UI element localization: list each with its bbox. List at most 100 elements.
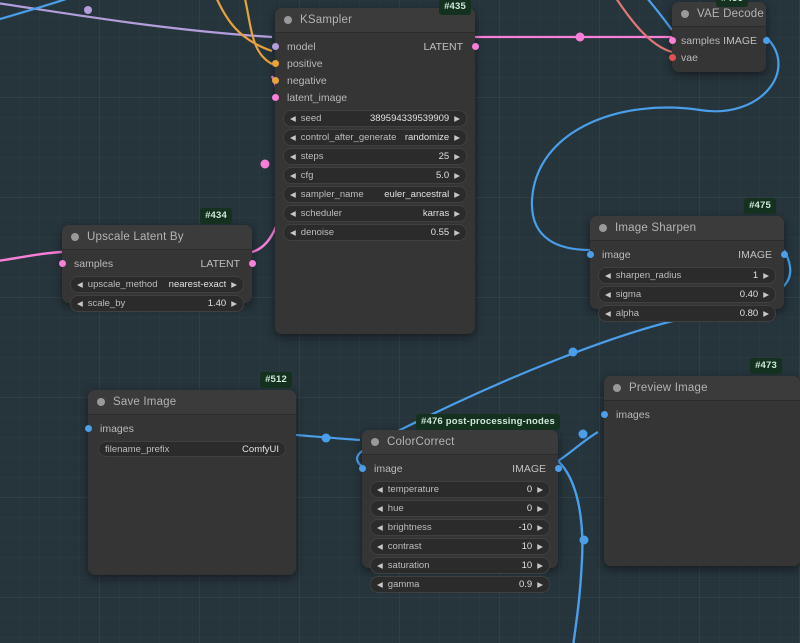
decrement-arrow-icon[interactable]: ◀ (77, 300, 83, 308)
output-dot-latent[interactable] (248, 260, 256, 267)
widget-seed[interactable]: ◀ seed 389594339539909 ▶ (283, 110, 467, 127)
widget-value-sigma[interactable]: 0.40 (740, 289, 759, 300)
increment-arrow-icon[interactable]: ▶ (763, 310, 769, 318)
node-title-preview-image[interactable]: Preview Image (604, 376, 800, 401)
widget-value-seed[interactable]: 389594339539909 (370, 113, 449, 124)
widget-value-scale-by[interactable]: 1.40 (208, 298, 227, 309)
increment-arrow-icon[interactable]: ▶ (454, 115, 460, 123)
collapse-dot-icon[interactable] (613, 384, 621, 392)
decrement-arrow-icon[interactable]: ◀ (605, 272, 611, 280)
output-dot-image[interactable] (780, 251, 788, 258)
increment-arrow-icon[interactable]: ▶ (537, 562, 543, 570)
slot-row-vae[interactable]: vae (668, 49, 766, 66)
input-dot-samples[interactable] (668, 37, 676, 44)
decrement-arrow-icon[interactable]: ◀ (290, 115, 296, 123)
input-dot-vae[interactable] (668, 54, 676, 61)
node-upscale-latent-by[interactable]: #434 Upscale Latent By samples LATENT ◀ … (58, 208, 256, 312)
node-title-save-image[interactable]: Save Image (88, 390, 296, 415)
collapse-dot-icon[interactable] (599, 224, 607, 232)
widget-value-steps[interactable]: 25 (439, 151, 450, 162)
slot-row-images[interactable]: images (84, 420, 296, 437)
increment-arrow-icon[interactable]: ▶ (454, 172, 460, 180)
node-preview-image[interactable]: #473 Preview Image images (600, 358, 800, 566)
input-dot-images[interactable] (600, 411, 608, 418)
decrement-arrow-icon[interactable]: ◀ (77, 281, 83, 289)
increment-arrow-icon[interactable]: ▶ (454, 210, 460, 218)
output-dot-image[interactable] (554, 465, 562, 472)
widget-value-contrast[interactable]: 10 (522, 541, 533, 552)
increment-arrow-icon[interactable]: ▶ (537, 543, 543, 551)
collapse-dot-icon[interactable] (71, 233, 79, 241)
widget-sampler-name[interactable]: ◀ sampler_name euler_ancestral ▶ (283, 186, 467, 203)
widget-brightness[interactable]: ◀ brightness -10 ▶ (370, 519, 550, 536)
node-graph-canvas[interactable]: #435 KSampler model LATENT positive nega… (0, 0, 800, 643)
widget-alpha[interactable]: ◀ alpha 0.80 ▶ (598, 305, 776, 322)
widget-temperature[interactable]: ◀ temperature 0 ▶ (370, 481, 550, 498)
slot-row-samples[interactable]: samples IMAGE (668, 32, 770, 49)
node-vae-decode[interactable]: #436 VAE Decode samples IMAGE vae (668, 0, 770, 72)
node-ksampler[interactable]: #435 KSampler model LATENT positive nega… (271, 0, 479, 334)
widget-sharpen-radius[interactable]: ◀ sharpen_radius 1 ▶ (598, 267, 776, 284)
collapse-dot-icon[interactable] (97, 398, 105, 406)
increment-arrow-icon[interactable]: ▶ (763, 272, 769, 280)
widget-value-temperature[interactable]: 0 (527, 484, 532, 495)
increment-arrow-icon[interactable]: ▶ (231, 300, 237, 308)
widget-value-saturation[interactable]: 10 (522, 560, 533, 571)
decrement-arrow-icon[interactable]: ◀ (605, 310, 611, 318)
node-title-image-sharpen[interactable]: Image Sharpen (590, 216, 784, 241)
widget-value-filename-prefix[interactable]: ComfyUI (242, 444, 279, 455)
slot-row-positive[interactable]: positive (271, 55, 475, 72)
decrement-arrow-icon[interactable]: ◀ (290, 210, 296, 218)
widget-gamma[interactable]: ◀ gamma 0.9 ▶ (370, 576, 550, 593)
widget-value-alpha[interactable]: 0.80 (740, 308, 759, 319)
collapse-dot-icon[interactable] (681, 10, 689, 18)
widget-filename-prefix[interactable]: filename_prefix ComfyUI (98, 441, 286, 457)
input-dot-negative[interactable] (271, 77, 279, 84)
widget-control-after-generate[interactable]: ◀ control_after_generate randomize ▶ (283, 129, 467, 146)
widget-upscale-method[interactable]: ◀ upscale_method nearest-exact ▶ (70, 276, 244, 293)
increment-arrow-icon[interactable]: ▶ (537, 505, 543, 513)
node-color-correct[interactable]: #476 post-processing-nodes ColorCorrect … (358, 414, 562, 593)
collapse-dot-icon[interactable] (371, 438, 379, 446)
widget-value-scheduler[interactable]: karras (423, 208, 449, 219)
widget-value-control-after-generate[interactable]: randomize (405, 132, 449, 143)
input-dot-image[interactable] (586, 251, 594, 258)
widget-steps[interactable]: ◀ steps 25 ▶ (283, 148, 467, 165)
widget-sigma[interactable]: ◀ sigma 0.40 ▶ (598, 286, 776, 303)
input-dot-image[interactable] (358, 465, 366, 472)
decrement-arrow-icon[interactable]: ◀ (377, 505, 383, 513)
increment-arrow-icon[interactable]: ▶ (454, 229, 460, 237)
decrement-arrow-icon[interactable]: ◀ (290, 134, 296, 142)
decrement-arrow-icon[interactable]: ◀ (377, 581, 383, 589)
decrement-arrow-icon[interactable]: ◀ (290, 191, 296, 199)
widget-value-upscale-method[interactable]: nearest-exact (169, 279, 227, 290)
decrement-arrow-icon[interactable]: ◀ (290, 153, 296, 161)
slot-row-images[interactable]: images (600, 406, 800, 423)
slot-row-latent-image[interactable]: latent_image (271, 89, 475, 106)
decrement-arrow-icon[interactable]: ◀ (290, 229, 296, 237)
collapse-dot-icon[interactable] (284, 16, 292, 24)
node-title-color-correct[interactable]: ColorCorrect (362, 430, 558, 455)
widget-value-sampler-name[interactable]: euler_ancestral (384, 189, 449, 200)
decrement-arrow-icon[interactable]: ◀ (377, 486, 383, 494)
increment-arrow-icon[interactable]: ▶ (763, 291, 769, 299)
widget-value-denoise[interactable]: 0.55 (431, 227, 450, 238)
widget-saturation[interactable]: ◀ saturation 10 ▶ (370, 557, 550, 574)
increment-arrow-icon[interactable]: ▶ (537, 486, 543, 494)
slot-row-samples[interactable]: samples LATENT (58, 255, 256, 272)
widget-denoise[interactable]: ◀ denoise 0.55 ▶ (283, 224, 467, 241)
widget-value-sharpen-radius[interactable]: 1 (753, 270, 758, 281)
decrement-arrow-icon[interactable]: ◀ (290, 172, 296, 180)
decrement-arrow-icon[interactable]: ◀ (605, 291, 611, 299)
slot-row-negative[interactable]: negative (271, 72, 475, 89)
widget-scale-by[interactable]: ◀ scale_by 1.40 ▶ (70, 295, 244, 312)
node-save-image[interactable]: #512 Save Image images filename_prefix C… (84, 372, 296, 575)
input-dot-model[interactable] (271, 43, 279, 50)
decrement-arrow-icon[interactable]: ◀ (377, 524, 383, 532)
input-dot-positive[interactable] (271, 60, 279, 67)
increment-arrow-icon[interactable]: ▶ (537, 581, 543, 589)
widget-value-cfg[interactable]: 5.0 (436, 170, 449, 181)
widget-scheduler[interactable]: ◀ scheduler karras ▶ (283, 205, 467, 222)
widget-value-hue[interactable]: 0 (527, 503, 532, 514)
widget-cfg[interactable]: ◀ cfg 5.0 ▶ (283, 167, 467, 184)
